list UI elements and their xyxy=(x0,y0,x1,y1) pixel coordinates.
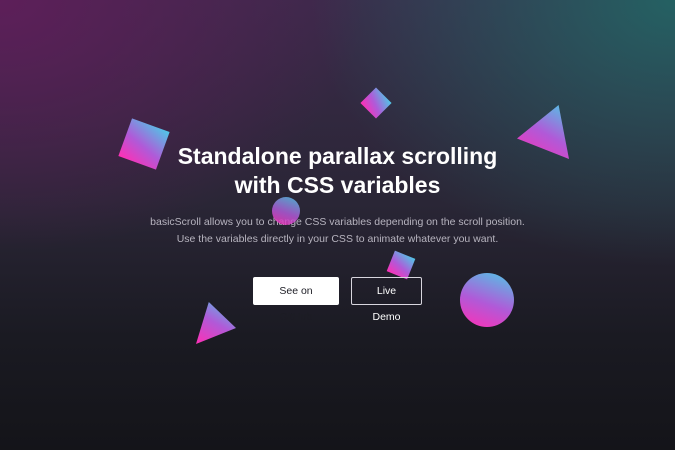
title-line-2: with CSS variables xyxy=(234,172,441,198)
decorative-square-small xyxy=(386,250,416,280)
decorative-diamond xyxy=(360,87,392,119)
description-line-2: Use the variables directly in your CSS t… xyxy=(176,233,499,245)
hero-content: Standalone parallax scrolling with CSS v… xyxy=(0,142,675,248)
live-demo-button[interactable]: Live Demo xyxy=(351,277,422,323)
see-on-github-button[interactable]: See on GitHub xyxy=(253,277,339,323)
decorative-circle-large xyxy=(460,273,514,327)
decorative-circle-small xyxy=(272,197,300,225)
hero-section: Standalone parallax scrolling with CSS v… xyxy=(0,0,675,450)
decorative-triangle-left xyxy=(196,302,236,344)
hero-description: basicScroll allows you to change CSS var… xyxy=(0,214,675,248)
title-line-1: Standalone parallax scrolling xyxy=(177,143,498,169)
page-title: Standalone parallax scrolling with CSS v… xyxy=(0,142,675,200)
hero-actions: See on GitHub Live Demo xyxy=(0,277,675,323)
description-line-1: basicScroll allows you to change CSS var… xyxy=(150,216,525,228)
